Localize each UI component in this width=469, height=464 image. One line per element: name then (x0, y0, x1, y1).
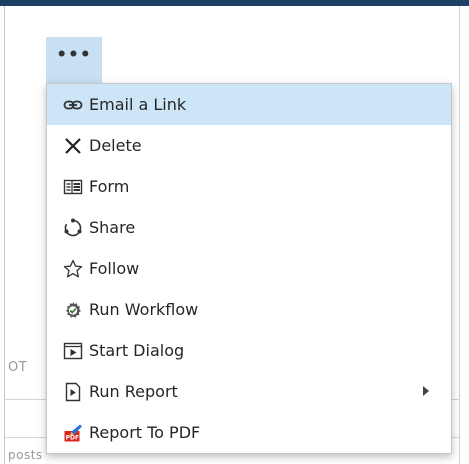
page: OT posts ••• Email a Link Delete Form Sh… (0, 0, 469, 464)
svg-text:PDF: PDF (66, 434, 79, 441)
menu-item-run-workflow[interactable]: Run Workflow (47, 289, 451, 330)
menu-item-label: Run Workflow (89, 300, 199, 319)
menu-item-label: Start Dialog (89, 341, 185, 360)
left-border (4, 6, 5, 464)
context-menu: Email a Link Delete Form Share Follow Ru… (46, 83, 452, 454)
menu-item-report-to-pdf[interactable]: PDF Report To PDF (47, 412, 451, 453)
menu-item-label: Follow (89, 259, 140, 278)
top-bar (0, 0, 469, 6)
menu-item-run-report[interactable]: Run Report (47, 371, 451, 412)
report-play-icon (63, 382, 83, 402)
menu-item-follow[interactable]: Follow (47, 248, 451, 289)
submenu-arrow-icon (423, 386, 429, 396)
menu-item-email-a-link[interactable]: Email a Link (47, 84, 451, 125)
menu-item-form[interactable]: Form (47, 166, 451, 207)
star-icon (63, 259, 83, 279)
pdf-icon: PDF (63, 423, 83, 443)
workflow-icon (63, 300, 83, 320)
dialog-play-icon (63, 341, 83, 361)
menu-item-label: Email a Link (89, 95, 187, 114)
link-icon (63, 95, 83, 115)
menu-item-start-dialog[interactable]: Start Dialog (47, 330, 451, 371)
background-partial-text: OT (8, 360, 28, 375)
menu-item-label: Form (89, 177, 130, 196)
menu-item-delete[interactable]: Delete (47, 125, 451, 166)
menu-item-label: Share (89, 218, 136, 237)
form-icon (63, 177, 83, 197)
menu-item-label: Delete (89, 136, 142, 155)
ellipsis-icon: ••• (56, 45, 92, 65)
menu-item-share[interactable]: Share (47, 207, 451, 248)
right-border (459, 6, 460, 464)
menu-item-label: Report To PDF (89, 423, 201, 442)
more-actions-button[interactable]: ••• (46, 37, 102, 83)
delete-x-icon (63, 136, 83, 156)
menu-item-label: Run Report (89, 382, 178, 401)
share-icon (63, 218, 83, 238)
background-partial-text: posts (8, 448, 43, 462)
